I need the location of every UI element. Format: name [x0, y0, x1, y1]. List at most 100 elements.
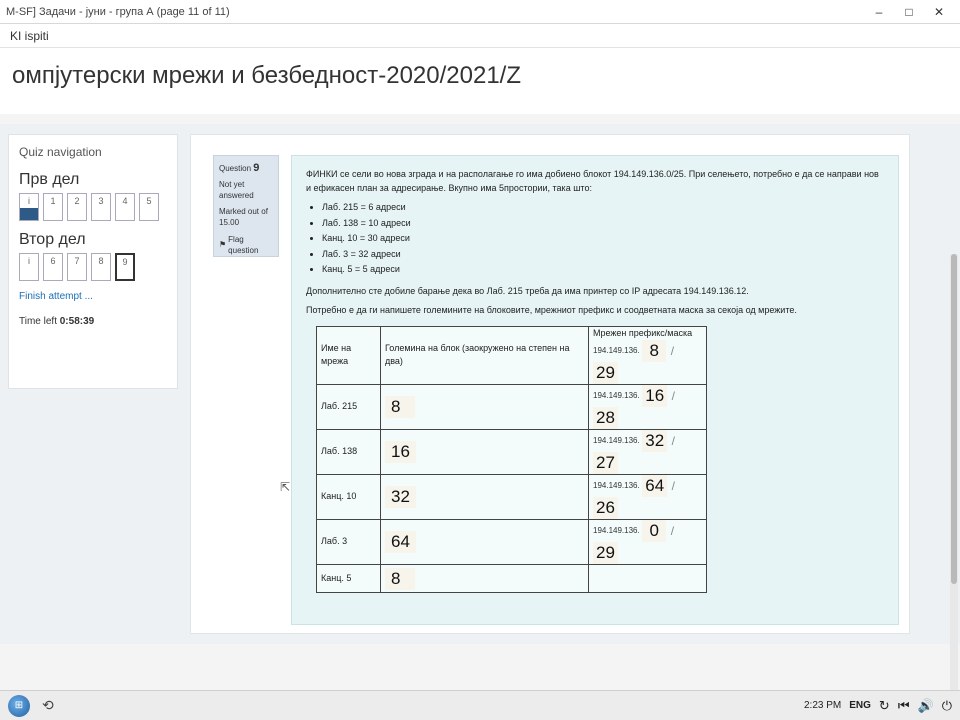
system-tray: 2:23 PM ENG ↻ ⏮ 🔊 ⏻ [804, 698, 952, 714]
mouse-cursor-icon: ⇱ [280, 480, 291, 494]
column-header-prefix-mask: Мрежен префикс/маска 194.149.136. 8 / 29 [588, 325, 707, 385]
time-left-value: 0:58:39 [59, 316, 95, 327]
question-button[interactable]: 3 [91, 193, 111, 221]
taskbar: ⊞ ⟲ 2:23 PM ENG ↻ ⏮ 🔊 ⏻ [0, 690, 960, 720]
question-button[interactable]: 1 [43, 193, 63, 221]
question-button[interactable]: i [19, 193, 39, 221]
browser-window: M-SF] Задачи - јуни - група А (page 11 o… [0, 0, 960, 720]
question-buttons-section-2: i 6 7 8 9 [19, 253, 167, 281]
slash-separator: / [671, 434, 676, 448]
column-header-network: Име на мрежа [316, 325, 381, 385]
clock[interactable]: 2:23 PM [804, 700, 841, 711]
block-size-input[interactable]: 64 [385, 531, 416, 553]
slash-separator: / [671, 389, 676, 403]
block-size-cell: 8 [380, 564, 589, 593]
question-button-current[interactable]: 9 [115, 253, 135, 281]
window-title: M-SF] Задачи - јуни - група А (page 11 o… [6, 5, 230, 18]
question-button[interactable]: 5 [139, 193, 159, 221]
mask-input[interactable]: 28 [593, 407, 618, 429]
page-scrollbar[interactable] [950, 254, 958, 720]
course-title: омпјутерски мрежи и безбедност-2020/2021… [12, 62, 521, 89]
mask-input[interactable]: 27 [593, 452, 618, 474]
course-header: омпјутерски мрежи и безбедност-2020/2021… [0, 48, 960, 114]
mask-input[interactable]: 26 [593, 497, 618, 519]
table-row: Лаб. 215 8 194.149.136. 16 / 28 [316, 384, 707, 430]
block-size-input[interactable]: 8 [385, 567, 415, 590]
minimize-icon[interactable]: – [864, 1, 894, 23]
site-name-link[interactable]: KI ispiti [10, 29, 49, 43]
prefix-octet-input[interactable]: 32 [642, 430, 668, 452]
question-info-panel: Question 9 Not yet answered Marked out o… [213, 155, 279, 257]
question-button[interactable]: 6 [43, 253, 63, 281]
page-content: Quiz navigation Прв дел i 1 2 3 4 5 Втор… [0, 124, 960, 720]
list-item: Канц. 5 = 5 адреси [322, 263, 884, 277]
slash-separator: / [670, 344, 675, 358]
flag-icon: ⚑ [219, 240, 227, 250]
block-size-cell: 64 [380, 519, 589, 565]
prefix-text: 194.149.136. [593, 526, 640, 535]
question-buttons-section-1: i 1 2 3 4 5 [19, 193, 167, 221]
question-state: Not yet answered [219, 179, 254, 200]
time-left: Time left 0:58:39 [19, 316, 167, 327]
flag-question-button[interactable]: ⚑ Flag question [219, 235, 273, 257]
list-item: Лаб. 3 = 32 адреси [322, 248, 884, 262]
question-intro: ФИНКИ се сели во нова зграда и на распол… [306, 169, 879, 193]
table-row: Лаб. 138 16 194.149.136. 32 / 27 [316, 429, 707, 475]
finish-attempt-link[interactable]: Finish attempt ... [19, 291, 167, 302]
maximize-icon[interactable]: □ [894, 1, 924, 23]
prefix-mask-cell: 194.149.136. 32 / 27 [588, 429, 707, 475]
question-number: Question 9 [219, 161, 273, 176]
refresh-icon[interactable]: ↻ [879, 698, 890, 714]
slash-separator: / [671, 479, 676, 493]
prefix-mask-cell-empty [588, 564, 707, 593]
block-size-input[interactable]: 32 [385, 486, 416, 508]
close-icon[interactable]: ✕ [924, 1, 954, 23]
list-item: Лаб. 215 = 6 адреси [322, 201, 884, 215]
section-title-vtor-del: Втор дел [19, 231, 86, 248]
prefix-mask-cell: 194.149.136. 64 / 26 [588, 474, 707, 520]
table-row: Канц. 5 8 [316, 564, 707, 593]
network-name: Канц. 5 [316, 564, 381, 593]
prefix-octet-input[interactable]: 0 [642, 520, 667, 542]
question-button[interactable]: 8 [91, 253, 111, 281]
question-task: Потребно е да ги напишете големините на … [306, 305, 797, 315]
question-number-label: Question [219, 164, 252, 173]
room-list: Лаб. 215 = 6 адреси Лаб. 138 = 10 адреси… [322, 201, 884, 277]
prefix-text: 194.149.136. [593, 391, 640, 400]
mask-input[interactable]: 29 [593, 542, 618, 564]
answer-table: Име на мрежа Големина на блок (заокружен… [316, 325, 707, 593]
prefix-octet-input[interactable]: 64 [642, 475, 668, 497]
volume-icon[interactable]: 🔊 [918, 698, 934, 714]
question-button[interactable]: 4 [115, 193, 135, 221]
section-title-prv-del: Прв дел [19, 171, 80, 188]
block-size-input[interactable]: 16 [385, 441, 416, 463]
list-item: Канц. 10 = 30 адреси [322, 232, 884, 246]
prefix-octet-input[interactable]: 16 [642, 385, 668, 407]
back-icon[interactable]: ⏮ [898, 698, 910, 714]
prefix-text: 194.149.136. [593, 346, 640, 355]
time-left-label: Time left [19, 316, 57, 327]
question-button[interactable]: 2 [67, 193, 87, 221]
network-name: Лаб. 215 [316, 384, 381, 430]
power-icon[interactable]: ⏻ [942, 698, 952, 714]
block-size-input[interactable]: 8 [385, 396, 415, 418]
question-mark: Marked out of 15.00 [219, 207, 268, 228]
question-area: Question 9 Not yet answered Marked out o… [190, 134, 910, 634]
question-number-value: 9 [253, 162, 260, 174]
language-indicator[interactable]: ENG [849, 700, 871, 711]
site-navbar: KI ispiti [0, 24, 960, 48]
flag-question-label: Flag question [228, 235, 259, 255]
block-size-cell: 32 [380, 474, 589, 520]
question-formulation: ФИНКИ се сели во нова зграда и на распол… [291, 155, 899, 625]
question-button[interactable]: i [19, 253, 39, 281]
windows-start-icon[interactable]: ⊞ [8, 694, 30, 717]
prefix-text: 194.149.136. [593, 481, 640, 490]
window-titlebar: M-SF] Задачи - јуни - група А (page 11 o… [0, 0, 960, 24]
scrollbar-thumb[interactable] [951, 254, 957, 584]
question-button[interactable]: 7 [67, 253, 87, 281]
app-icon[interactable]: ⟲ [42, 697, 54, 714]
column-header-block-size: Големина на блок (заокружено на степен н… [380, 325, 589, 385]
mask-input[interactable]: 29 [593, 362, 618, 384]
prefix-octet-input[interactable]: 8 [642, 340, 667, 362]
list-item: Лаб. 138 = 10 адреси [322, 217, 884, 231]
